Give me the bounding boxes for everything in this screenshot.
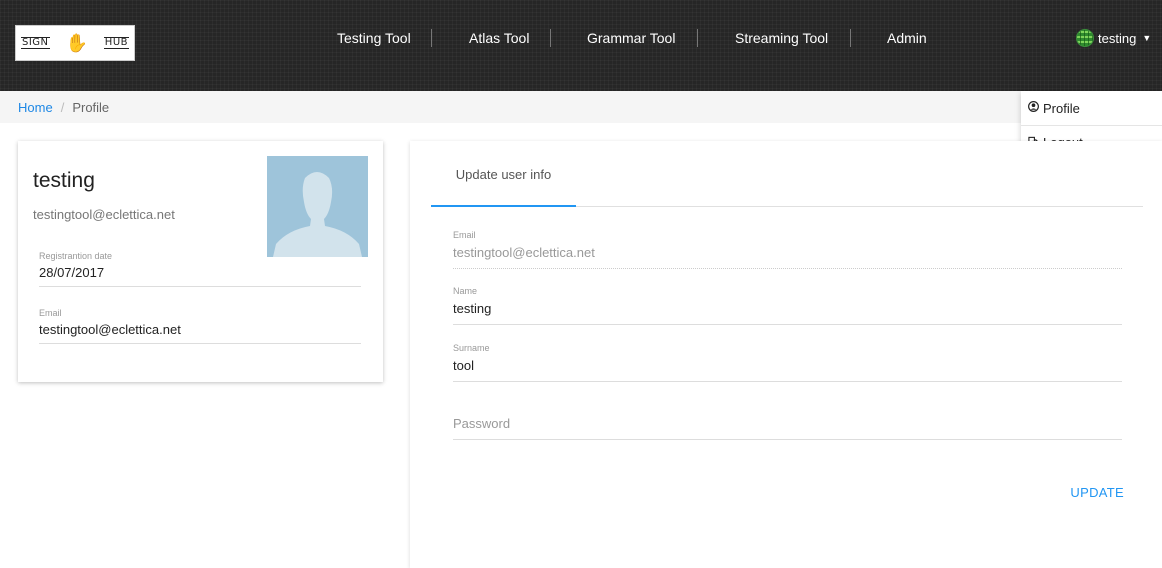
breadcrumb-home-link[interactable]: Home [18, 100, 53, 115]
registration-date-label: Registrantion date [39, 251, 113, 261]
user-name: testing [1098, 30, 1137, 46]
email-input [453, 245, 1122, 269]
profile-email-field: Email testingtool@eclettica.net [39, 308, 361, 344]
password-input[interactable] [453, 416, 1122, 440]
avatar [267, 156, 368, 257]
profile-summary-card: testing testingtool@eclettica.net Regist… [18, 141, 383, 382]
breadcrumb: Home / Profile [0, 91, 1162, 123]
update-button[interactable]: UPDATE [1068, 484, 1124, 500]
profile-email: testingtool@eclettica.net [33, 207, 175, 222]
signhub-logo[interactable]: SIGN ✋ HUB [15, 25, 135, 61]
registration-date-field: Registrantion date 28/07/2017 [39, 251, 361, 287]
dropdown-item-label: Profile [1043, 100, 1080, 116]
name-input[interactable] [453, 301, 1122, 325]
email-field-group: Email [453, 230, 1122, 269]
profile-email-label: Email [39, 308, 62, 318]
surname-field-group: Surname [453, 343, 1122, 382]
breadcrumb-current: Profile [72, 99, 110, 115]
email-label: Email [453, 230, 476, 240]
profile-name: testing [33, 169, 95, 192]
nav-item-streaming-tool[interactable]: Streaming Tool [735, 28, 828, 48]
nav-divider [550, 29, 551, 47]
name-field-group: Name [453, 286, 1122, 325]
surname-label: Surname [453, 343, 490, 353]
globe-icon [1076, 29, 1094, 47]
update-user-card: Update user info Email Name Surname UPDA… [410, 141, 1162, 568]
nav-divider [850, 29, 851, 47]
nav-divider [431, 29, 432, 47]
surname-input[interactable] [453, 358, 1122, 382]
name-label: Name [453, 286, 478, 296]
nav-item-admin[interactable]: Admin [887, 28, 927, 48]
nav-item-atlas-tool[interactable]: Atlas Tool [469, 28, 529, 48]
password-field-group [453, 415, 1122, 440]
logo-text-right: HUB [103, 37, 129, 49]
user-menu-toggle[interactable]: testing ▼ [1076, 29, 1151, 47]
nav-divider [697, 29, 698, 47]
top-navbar: SIGN ✋ HUB Testing Tool Atlas Tool Gramm… [0, 0, 1162, 91]
profile-email-value: testingtool@eclettica.net [39, 322, 181, 337]
default-avatar-icon [267, 156, 368, 257]
nav-item-testing-tool[interactable]: Testing Tool [337, 28, 411, 48]
registration-date-value: 28/07/2017 [39, 265, 105, 280]
form-tabs: Update user info [431, 141, 1143, 207]
dropdown-item-profile[interactable]: Profile [1021, 91, 1162, 125]
hands-icon: ✋ [65, 33, 88, 53]
caret-down-icon: ▼ [1142, 33, 1152, 43]
nav-item-grammar-tool[interactable]: Grammar Tool [587, 28, 675, 48]
tab-update-user-info[interactable]: Update user info [431, 141, 576, 207]
logo-text-left: SIGN [21, 37, 50, 49]
breadcrumb-separator: / [60, 99, 65, 115]
user-circle-icon [1027, 101, 1039, 115]
